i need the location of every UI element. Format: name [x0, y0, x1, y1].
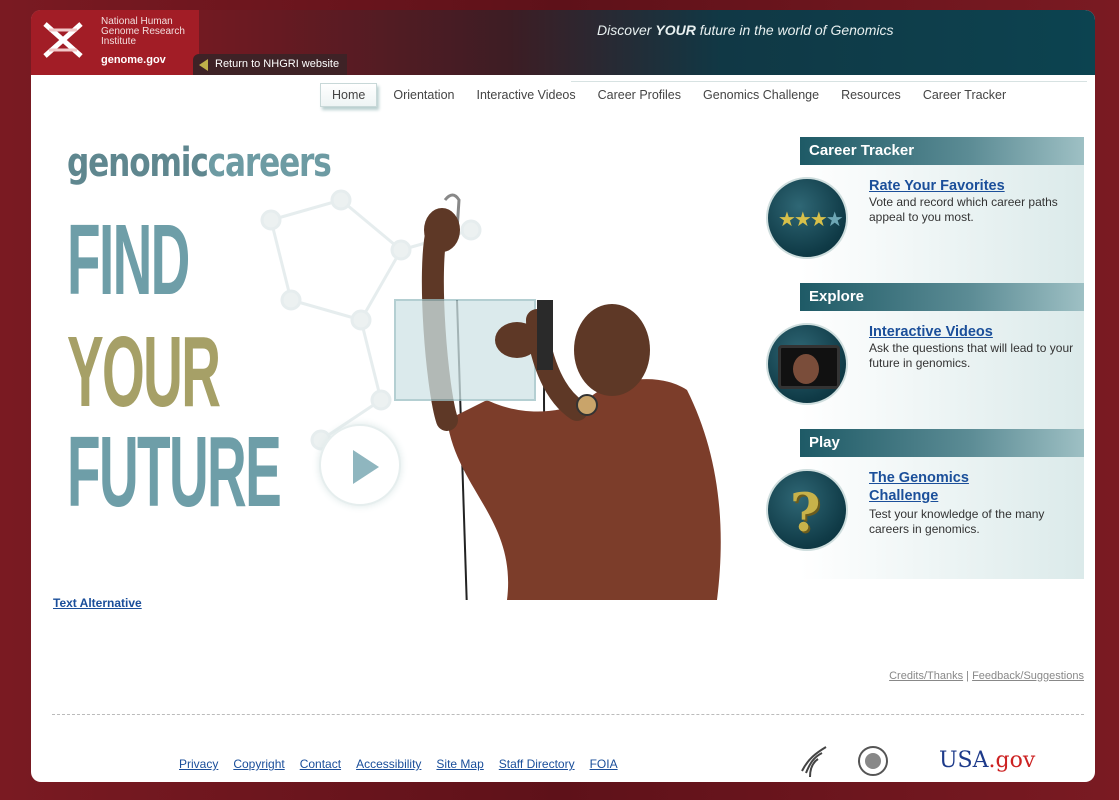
footer-links: Privacy Copyright Contact Accessibility …	[179, 757, 618, 771]
site-tagline: Discover YOUR future in the world of Gen…	[597, 22, 894, 38]
footer-link-privacy[interactable]: Privacy	[179, 757, 218, 771]
back-arrow-icon	[199, 59, 208, 71]
nhgri-logo[interactable]: National Human Genome Research Institute…	[31, 10, 199, 75]
nav-career-tracker[interactable]: Career Tracker	[912, 84, 1017, 106]
headline-future: FUTURE	[67, 416, 282, 528]
tv-screen	[778, 345, 840, 389]
footer-link-copyright[interactable]: Copyright	[233, 757, 284, 771]
play-video-button[interactable]	[319, 424, 401, 506]
footer-link-foia[interactable]: FOIA	[590, 757, 618, 771]
rate-your-favorites-link[interactable]: Rate Your Favorites	[869, 177, 1059, 195]
panel-heading: Career Tracker	[800, 137, 1084, 165]
career-tracker-panel: Career Tracker ★★★★ Rate Your Favorites …	[766, 137, 1084, 287]
footer-link-contact[interactable]: Contact	[300, 757, 341, 771]
credits-links: Credits/Thanks | Feedback/Suggestions	[889, 670, 1084, 682]
site-header: National Human Genome Research Institute…	[31, 10, 1095, 75]
panel-description: Ask the questions that will lead to your…	[869, 341, 1074, 370]
footer-link-staff-directory[interactable]: Staff Directory	[499, 757, 575, 771]
usa-gov-logo[interactable]: USA.gov	[939, 748, 1035, 773]
hhs-eagle-icon[interactable]	[798, 745, 830, 779]
text-alternative-link[interactable]: Text Alternative	[53, 596, 142, 610]
credits-thanks-link[interactable]: Credits/Thanks	[889, 670, 963, 682]
video-tv-icon[interactable]	[766, 323, 848, 405]
browser-content: National Human Genome Research Institute…	[31, 10, 1095, 782]
nav-interactive-videos[interactable]: Interactive Videos	[466, 84, 587, 106]
feedback-suggestions-link[interactable]: Feedback/Suggestions	[972, 670, 1084, 682]
panel-description: Vote and record which career paths appea…	[869, 195, 1058, 224]
main-nav: Home Orientation Interactive Videos Care…	[320, 82, 1095, 108]
footer-divider	[52, 714, 1084, 715]
nav-orientation[interactable]: Orientation	[382, 84, 465, 106]
play-panel: Play ? The Genomics Challenge Test your …	[766, 429, 1084, 579]
nav-resources[interactable]: Resources	[830, 84, 912, 106]
question-mark-icon[interactable]: ?	[766, 469, 848, 551]
genomics-challenge-link[interactable]: The Genomics Challenge	[869, 469, 1009, 505]
panel-heading: Explore	[800, 283, 1084, 311]
nav-career-profiles[interactable]: Career Profiles	[587, 84, 692, 106]
stars-icon[interactable]: ★★★★	[766, 177, 848, 259]
scientist-photo	[394, 193, 721, 600]
nav-genomics-challenge[interactable]: Genomics Challenge	[692, 84, 830, 106]
org-name: National Human Genome Research Institute	[101, 16, 185, 47]
genome-gov-label: genome.gov	[101, 54, 166, 66]
panel-description: Test your knowledge of the many careers …	[869, 507, 1045, 536]
interactive-videos-link[interactable]: Interactive Videos	[869, 323, 1059, 341]
footer-link-accessibility[interactable]: Accessibility	[356, 757, 421, 771]
dna-helix-icon	[43, 22, 83, 58]
play-icon	[353, 450, 379, 484]
return-to-nhgri-link[interactable]: Return to NHGRI website	[193, 54, 348, 75]
explore-panel: Explore Interactive Videos Ask the quest…	[766, 283, 1084, 433]
nav-home[interactable]: Home	[320, 83, 378, 107]
headline-your: YOUR	[67, 316, 221, 428]
footer-link-site-map[interactable]: Site Map	[436, 757, 483, 771]
nih-seal-icon[interactable]	[857, 745, 889, 777]
panel-heading: Play	[800, 429, 1084, 457]
rating-stars: ★★★★	[778, 209, 844, 231]
headline-find: FIND	[67, 204, 190, 316]
